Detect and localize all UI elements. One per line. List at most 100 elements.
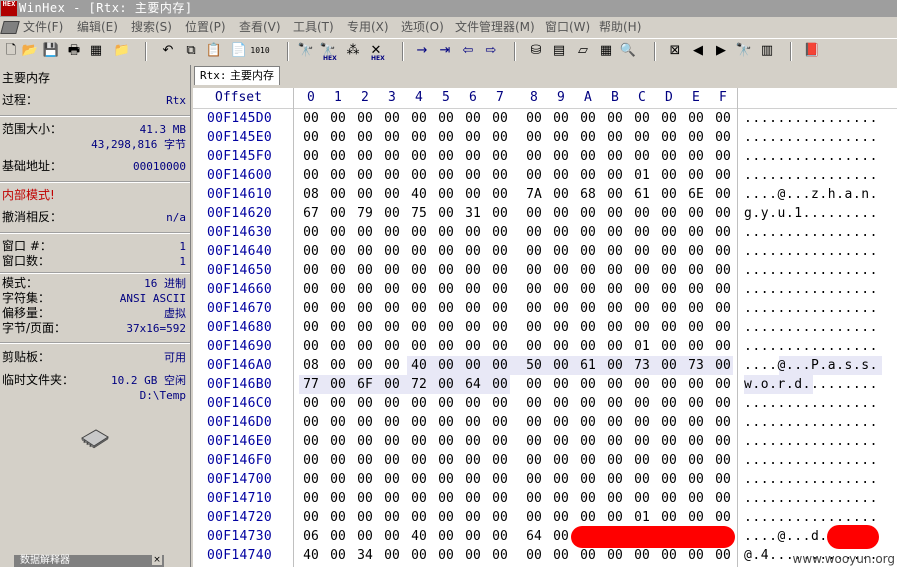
hex-byte[interactable]: 00 bbox=[301, 149, 321, 165]
find-again-icon[interactable]: 🔭 bbox=[736, 43, 752, 59]
hex-byte[interactable]: 00 bbox=[328, 339, 348, 355]
hex-byte[interactable]: 00 bbox=[632, 282, 652, 298]
hex-byte[interactable]: 00 bbox=[463, 149, 483, 165]
hex-byte[interactable]: 00 bbox=[355, 111, 375, 127]
hex-byte[interactable]: 73 bbox=[632, 358, 652, 374]
hex-byte[interactable]: 00 bbox=[382, 491, 402, 507]
hex-byte[interactable]: 00 bbox=[659, 149, 679, 165]
menu-item-3[interactable]: 位置(P) bbox=[185, 19, 226, 35]
hex-byte[interactable]: 00 bbox=[409, 548, 429, 564]
ascii-text[interactable]: ................ bbox=[744, 472, 878, 488]
hex-byte[interactable]: 00 bbox=[490, 377, 510, 393]
hex-byte[interactable]: 00 bbox=[659, 282, 679, 298]
hex-byte[interactable]: 00 bbox=[328, 548, 348, 564]
hex-byte[interactable]: 00 bbox=[551, 377, 571, 393]
ascii-text[interactable]: ................ bbox=[744, 434, 878, 450]
hex-byte[interactable]: 00 bbox=[463, 130, 483, 146]
hex-byte[interactable]: 00 bbox=[551, 529, 571, 545]
hex-byte[interactable]: 00 bbox=[382, 168, 402, 184]
ascii-text[interactable]: ....@...P.a.s.s. bbox=[744, 358, 878, 374]
hex-byte[interactable]: 00 bbox=[409, 434, 429, 450]
hex-byte[interactable]: 00 bbox=[328, 396, 348, 412]
hex-byte[interactable]: 00 bbox=[605, 206, 625, 222]
hex-byte[interactable]: 75 bbox=[409, 206, 429, 222]
hex-byte[interactable]: 00 bbox=[605, 396, 625, 412]
hex-byte[interactable]: 00 bbox=[605, 130, 625, 146]
hex-row[interactable]: 00F14600 00 00 00 00 00 00 00 00 00 00 00 00 01 00 00 00… bbox=[193, 166, 897, 185]
hex-byte[interactable]: 00 bbox=[551, 434, 571, 450]
goto-sector-icon[interactable]: ⇥ bbox=[437, 43, 453, 59]
hex-byte[interactable]: 00 bbox=[436, 130, 456, 146]
hex-byte[interactable]: 00 bbox=[355, 244, 375, 260]
replace-text-icon[interactable]: ⁂ bbox=[345, 43, 361, 59]
ascii-text[interactable]: ................ bbox=[744, 225, 878, 241]
hex-byte[interactable]: 00 bbox=[463, 472, 483, 488]
hex-byte[interactable]: 00 bbox=[524, 510, 544, 526]
hex-byte[interactable]: 00 bbox=[382, 472, 402, 488]
hex-byte[interactable]: 00 bbox=[409, 225, 429, 241]
hex-byte[interactable]: 00 bbox=[382, 225, 402, 241]
hex-byte[interactable]: 00 bbox=[713, 339, 733, 355]
hex-byte[interactable]: 00 bbox=[686, 149, 706, 165]
disk-editor-icon[interactable]: ⛁ bbox=[528, 43, 544, 59]
hex-byte[interactable]: 00 bbox=[490, 206, 510, 222]
hex-byte[interactable]: 00 bbox=[686, 111, 706, 127]
calculator-icon[interactable]: ▦ bbox=[598, 43, 614, 59]
hex-byte[interactable]: 00 bbox=[632, 149, 652, 165]
hex-byte[interactable]: 00 bbox=[524, 415, 544, 431]
hex-row[interactable]: 00F14690 00 00 00 00 00 00 00 00 00 00 00 00 01 00 00 00… bbox=[193, 337, 897, 356]
hex-byte[interactable]: 00 bbox=[463, 263, 483, 279]
back-icon[interactable]: ⇦ bbox=[460, 43, 476, 59]
hex-byte[interactable]: 00 bbox=[355, 187, 375, 203]
hex-byte[interactable]: 00 bbox=[659, 453, 679, 469]
hex-byte[interactable]: 00 bbox=[551, 491, 571, 507]
properties-icon[interactable]: ▦ bbox=[88, 43, 104, 59]
hex-byte[interactable]: 00 bbox=[686, 263, 706, 279]
hex-byte[interactable]: 00 bbox=[632, 111, 652, 127]
hex-byte[interactable]: 00 bbox=[524, 453, 544, 469]
hex-byte[interactable]: 00 bbox=[328, 206, 348, 222]
hex-byte[interactable]: 00 bbox=[605, 149, 625, 165]
hex-row[interactable]: 00F14700 00 00 00 00 00 00 00 00 00 00 00 00 00 00 00 00… bbox=[193, 470, 897, 489]
hex-byte[interactable]: 00 bbox=[605, 168, 625, 184]
hex-byte[interactable]: 00 bbox=[490, 548, 510, 564]
menu-item-6[interactable]: 专用(X) bbox=[347, 19, 389, 35]
row-offset[interactable]: 00F145E0 bbox=[207, 130, 272, 146]
print-icon[interactable]: 🖶 bbox=[66, 43, 82, 59]
hex-byte[interactable]: 00 bbox=[490, 434, 510, 450]
hex-byte[interactable]: 00 bbox=[328, 358, 348, 374]
hex-byte[interactable]: 00 bbox=[659, 263, 679, 279]
hex-byte[interactable]: 00 bbox=[382, 187, 402, 203]
hex-byte[interactable]: 00 bbox=[713, 263, 733, 279]
hex-byte[interactable]: 00 bbox=[409, 415, 429, 431]
hex-byte[interactable]: 00 bbox=[328, 263, 348, 279]
hex-byte[interactable]: 00 bbox=[686, 377, 706, 393]
hex-byte[interactable]: 00 bbox=[328, 472, 348, 488]
hex-byte[interactable]: 00 bbox=[551, 225, 571, 241]
ascii-text[interactable]: ....@...z.h.a.n. bbox=[744, 187, 878, 203]
hex-row[interactable]: 00F14720 00 00 00 00 00 00 00 00 00 00 00 00 01 00 00 00… bbox=[193, 508, 897, 527]
hex-byte[interactable]: 00 bbox=[578, 206, 598, 222]
row-offset[interactable]: 00F14700 bbox=[207, 472, 272, 488]
hex-byte[interactable]: 00 bbox=[686, 396, 706, 412]
hex-byte[interactable]: 00 bbox=[409, 130, 429, 146]
row-offset[interactable]: 00F145F0 bbox=[207, 149, 272, 165]
hex-byte[interactable]: 00 bbox=[524, 301, 544, 317]
row-offset[interactable]: 00F146D0 bbox=[207, 415, 272, 431]
hex-byte[interactable]: 00 bbox=[524, 130, 544, 146]
row-offset[interactable]: 00F14730 bbox=[207, 529, 272, 545]
hex-byte[interactable]: 00 bbox=[301, 510, 321, 526]
row-offset[interactable]: 00F14600 bbox=[207, 168, 272, 184]
hex-byte[interactable]: 77 bbox=[301, 377, 321, 393]
hex-byte[interactable]: 00 bbox=[686, 301, 706, 317]
hex-byte[interactable]: 00 bbox=[551, 415, 571, 431]
hex-byte[interactable]: 00 bbox=[409, 472, 429, 488]
ascii-text[interactable]: ................ bbox=[744, 453, 878, 469]
hex-byte[interactable]: 00 bbox=[382, 415, 402, 431]
copy-icon[interactable]: ⧉ bbox=[183, 43, 199, 59]
hex-byte[interactable]: 00 bbox=[409, 320, 429, 336]
hex-byte[interactable]: 00 bbox=[301, 415, 321, 431]
hex-byte[interactable]: 00 bbox=[632, 396, 652, 412]
previous-icon[interactable]: ◀ bbox=[690, 43, 706, 59]
hex-byte[interactable]: 00 bbox=[301, 301, 321, 317]
